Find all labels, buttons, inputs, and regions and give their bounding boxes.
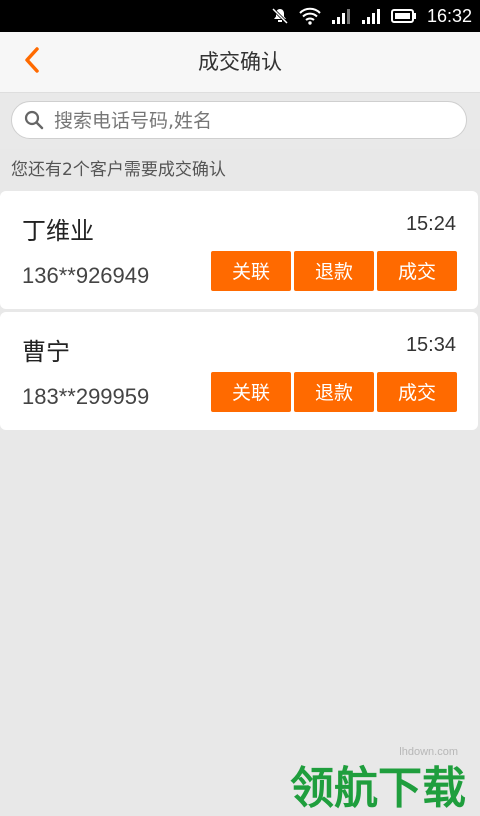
link-button[interactable]: 关联 <box>211 251 291 291</box>
status-icons: 16:32 <box>271 0 472 32</box>
status-time: 16:32 <box>426 5 472 26</box>
back-button[interactable] <box>14 44 50 80</box>
battery-icon <box>390 8 417 24</box>
customer-name: 曹宁 <box>22 338 70 366</box>
refund-button[interactable]: 退款 <box>294 251 374 291</box>
customer-card: 丁维业 15:24 136**926949 关联 退款 成交 <box>0 191 478 309</box>
notification-muted-icon <box>271 7 289 25</box>
refund-button[interactable]: 退款 <box>294 372 374 412</box>
action-buttons: 关联 退款 成交 <box>211 251 457 291</box>
pending-notice: 您还有2个客户需要成交确认 <box>11 160 226 180</box>
customer-time: 15:34 <box>405 334 456 356</box>
wifi-icon <box>299 7 321 25</box>
link-button[interactable]: 关联 <box>211 372 291 412</box>
signal-icon <box>331 7 351 25</box>
customer-card: 曹宁 15:34 183**299959 关联 退款 成交 <box>0 312 478 430</box>
watermark-logo: 领航下载 <box>290 763 466 814</box>
search-input[interactable] <box>52 106 456 136</box>
confirm-deal-button[interactable]: 成交 <box>377 251 457 291</box>
status-bar: 16:32 <box>0 0 480 32</box>
customer-time: 15:24 <box>405 213 456 235</box>
chevron-left-icon <box>22 46 42 78</box>
header: 成交确认 <box>0 32 480 93</box>
action-buttons: 关联 退款 成交 <box>211 372 457 412</box>
signal-icon <box>361 7 381 25</box>
search-area <box>0 93 480 149</box>
confirm-deal-button[interactable]: 成交 <box>377 372 457 412</box>
customer-name: 丁维业 <box>22 217 94 245</box>
search-icon <box>24 110 44 134</box>
customer-phone: 183**299959 <box>22 384 150 409</box>
page-title: 成交确认 <box>198 50 282 74</box>
customer-phone: 136**926949 <box>22 263 150 288</box>
search-box[interactable] <box>11 101 467 139</box>
